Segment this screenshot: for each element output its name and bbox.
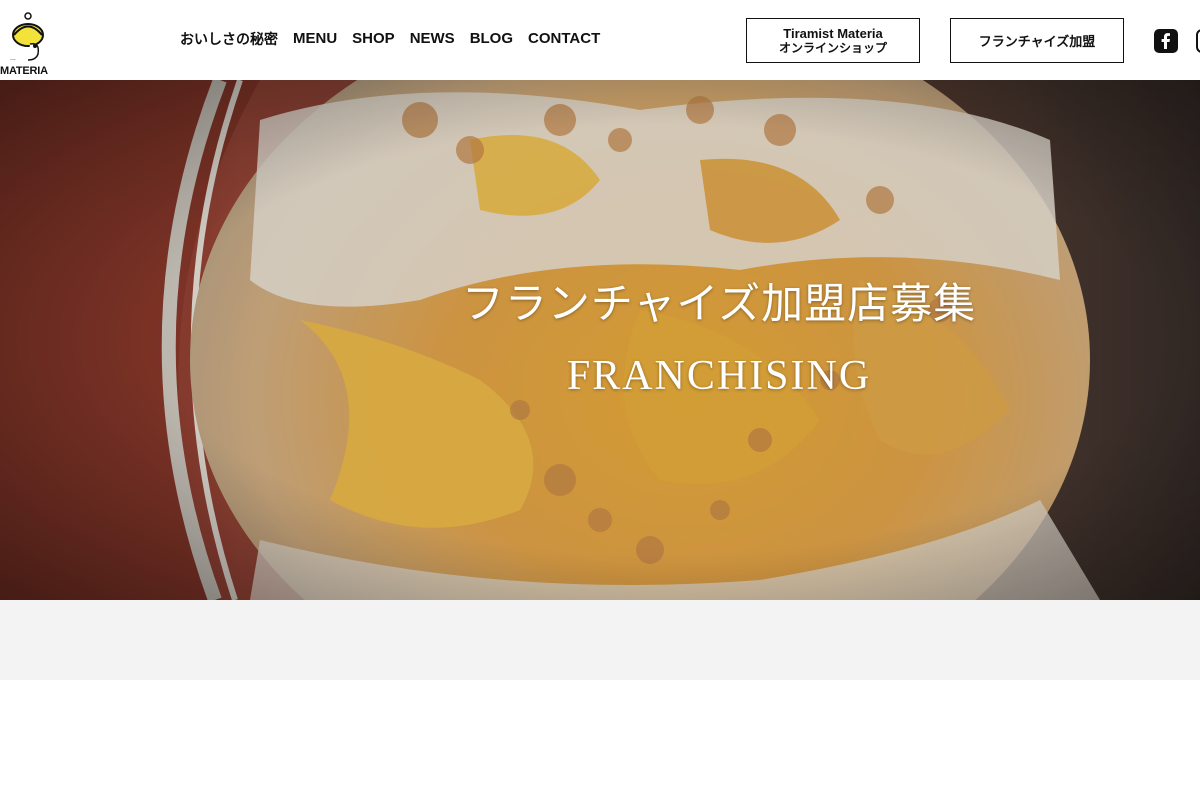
hero-banner: フランチャイズ加盟店募集 FRANCHISING [0,80,1200,600]
nav-item-shop[interactable]: SHOP [352,29,395,49]
logo-wordmark: MATERIA [0,65,48,77]
franchise-button[interactable]: フランチャイズ加盟 [950,18,1124,63]
franchise-button-label: フランチャイズ加盟 [978,34,1096,49]
facebook-icon[interactable] [1154,29,1178,53]
hero-title: フランチャイズ加盟店募集 [461,279,977,328]
nav-item-blog[interactable]: BLOG [470,29,513,49]
materia-logo[interactable]: ... MATERIA [0,8,66,77]
nav-item-news[interactable]: NEWS [410,29,455,49]
nav-item-contact[interactable]: CONTACT [528,29,600,49]
nav-item-menu[interactable]: MENU [293,29,337,49]
facebook-glyph [1161,33,1170,49]
nav-item-secret[interactable]: おいしさの秘密 [180,29,278,49]
instagram-icon[interactable] [1196,29,1200,53]
hero-dessert-image [0,80,1200,600]
main-nav: おいしさの秘密 MENU SHOP NEWS BLOG CONTACT [180,29,615,49]
online-shop-button-line2: オンラインショップ [778,40,887,55]
grey-section-band [0,600,1200,680]
online-shop-button[interactable]: Tiramist Materia オンラインショップ [746,18,920,63]
svg-text:...: ... [10,55,16,62]
site-header: ... MATERIA おいしさの秘密 MENU SHOP NEWS BLOG … [0,0,1200,80]
hero-subtitle: FRANCHISING [566,353,872,399]
mouse-logo-icon: ... [10,12,44,62]
online-shop-button-line1: Tiramist Materia [783,25,883,41]
